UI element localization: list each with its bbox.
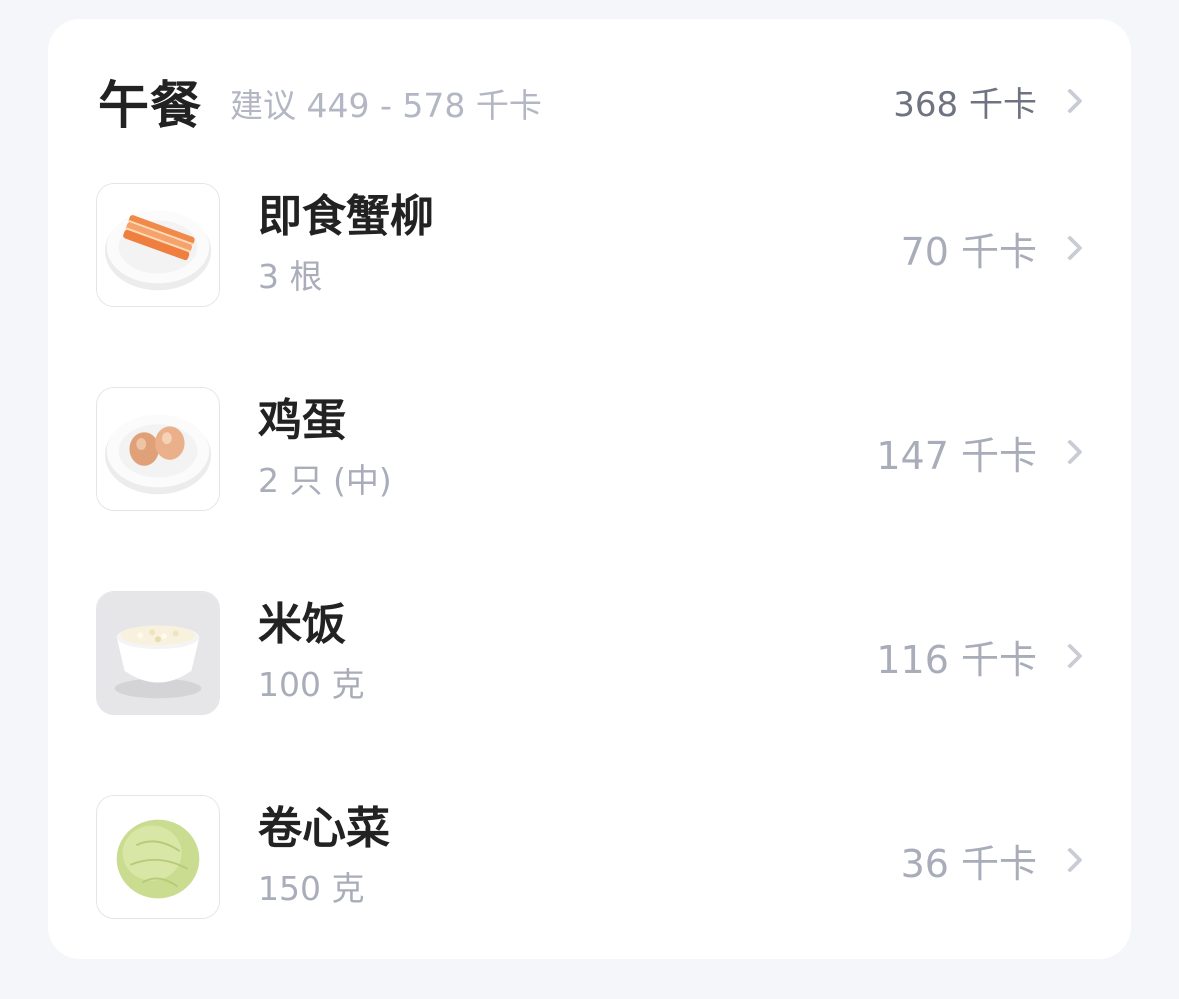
crab-stick-plate-icon (96, 183, 220, 307)
food-portion: 2 只 (中) (258, 461, 392, 500)
meal-title: 午餐 (98, 77, 203, 136)
food-list: 即食蟹柳 3 根 70 千卡 鸡蛋 2 只 (中) 147 千卡 米饭 100 … (96, 183, 1085, 999)
food-name: 鸡蛋 (258, 395, 346, 446)
food-kcal-group: 70 千卡 (900, 223, 1085, 274)
food-kcal-group: 147 千卡 (876, 427, 1085, 478)
meal-total-button[interactable]: 368 千卡 (893, 77, 1085, 126)
chevron-right-icon (1057, 643, 1083, 669)
food-item-cabbage[interactable]: 卷心菜 150 克 36 千卡 (96, 795, 1085, 999)
food-portion: 3 根 (258, 257, 323, 296)
food-text: 米饭 100 克 (258, 595, 364, 707)
food-text: 即食蟹柳 3 根 (258, 187, 434, 299)
chevron-right-icon (1057, 439, 1083, 465)
cabbage-icon (96, 795, 220, 919)
rice-bowl-icon (96, 591, 220, 715)
food-kcal-group: 116 千卡 (876, 631, 1085, 682)
eggs-plate-icon (96, 387, 220, 511)
chevron-right-icon (1057, 88, 1083, 114)
food-item-crab-stick[interactable]: 即食蟹柳 3 根 70 千卡 (96, 183, 1085, 387)
chevron-right-icon (1057, 235, 1083, 261)
food-name: 卷心菜 (258, 803, 390, 854)
food-kcal: 36 千卡 (900, 841, 1037, 886)
food-kcal: 116 千卡 (876, 637, 1037, 682)
food-portion: 100 克 (258, 665, 365, 704)
chevron-right-icon (1057, 847, 1083, 873)
calorie-suggestion: 建议 449 - 578 千卡 (230, 86, 542, 125)
food-text: 卷心菜 150 克 (258, 799, 390, 911)
food-item-egg[interactable]: 鸡蛋 2 只 (中) 147 千卡 (96, 387, 1085, 591)
food-portion: 150 克 (258, 869, 365, 908)
food-kcal-group: 36 千卡 (900, 835, 1085, 886)
meal-card: 午餐 建议 449 - 578 千卡 368 千卡 即食蟹柳 3 根 70 千卡… (48, 19, 1131, 959)
food-text: 鸡蛋 2 只 (中) (258, 391, 392, 503)
meal-total-kcal: 368 千卡 (893, 84, 1037, 125)
food-kcal: 70 千卡 (900, 229, 1037, 274)
food-kcal: 147 千卡 (876, 433, 1037, 478)
food-name: 米饭 (258, 599, 346, 650)
meal-header: 午餐 建议 449 - 578 千卡 368 千卡 (98, 71, 1085, 136)
food-item-rice[interactable]: 米饭 100 克 116 千卡 (96, 591, 1085, 795)
food-name: 即食蟹柳 (258, 191, 434, 242)
